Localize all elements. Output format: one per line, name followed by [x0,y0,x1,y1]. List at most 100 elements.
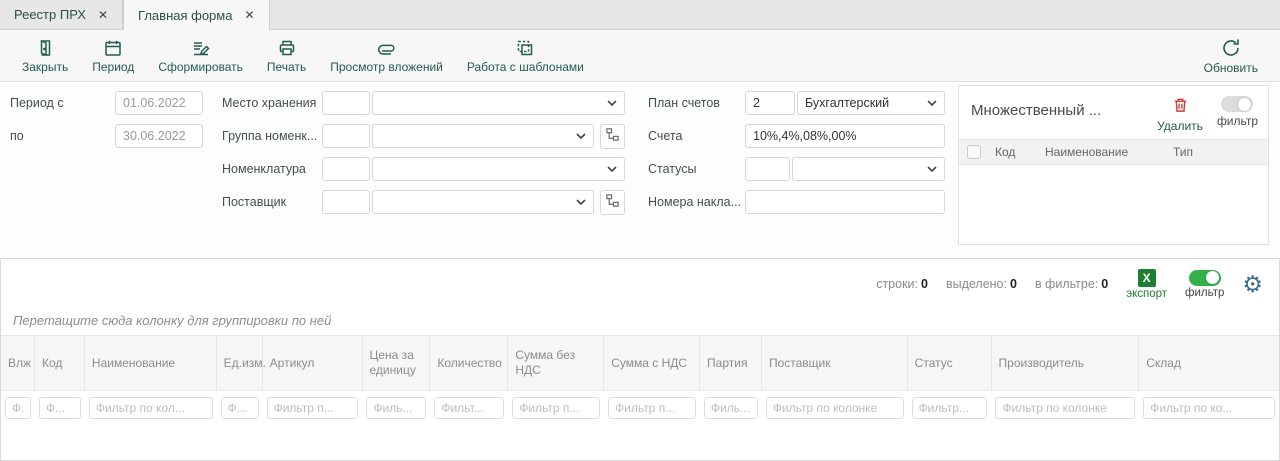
rows-count: строки:0 [876,277,928,291]
filter-input-proizvoditel[interactable] [995,397,1135,419]
period-button[interactable]: Период [80,35,146,77]
filter-input-sklad[interactable] [1143,397,1275,419]
storage-label: Место хранения [222,96,322,110]
attachments-button[interactable]: Просмотр вложений [318,35,455,77]
select-all-checkbox[interactable] [967,145,981,159]
column-header-vlzh[interactable]: Влж [1,336,35,390]
storage-code-input[interactable] [322,91,370,115]
statuses-code-input[interactable] [745,157,790,181]
nomen-group-tree-button[interactable] [600,124,625,149]
chevron-down-icon [927,162,937,176]
close-button[interactable]: Закрыть [10,35,80,77]
supplier-label: Поставщик [222,195,322,209]
storage-select[interactable] [372,91,625,115]
attachments-button-label: Просмотр вложений [330,60,443,74]
results-panel: строки:0 выделено:0 в фильтре:0 X экспор… [0,258,1280,461]
column-header-kod[interactable]: Код [35,336,85,390]
chevron-down-icon [607,162,617,176]
tab-glavnaya-forma[interactable]: Главная форма ✕ [123,0,269,30]
close-tab-icon[interactable]: ✕ [244,9,254,21]
column-header-cena[interactable]: Цена за единицу [363,336,431,390]
filter-input-edizm[interactable] [221,397,259,419]
delete-button[interactable]: Удалить [1157,96,1203,133]
column-header-summa-bez-nds[interactable]: Сумма без НДС [508,336,604,390]
excel-export-icon: X [1138,269,1156,287]
print-button[interactable]: Печать [255,35,318,77]
toolbar: Закрыть Период Сформировать Печать Просм… [0,30,1280,82]
chevron-down-icon [576,195,586,209]
templates-button[interactable]: Работа с шаблонами [455,35,596,77]
statuses-label: Статусы [648,162,745,176]
column-header-sklad[interactable]: Склад [1139,336,1279,390]
supplier-tree-button[interactable] [600,190,625,215]
filter-input-summa-bez-nds[interactable] [512,397,600,419]
multiple-select-panel: Множественный ... Удалить фильтр Код Наи… [958,85,1269,245]
grid-filter-toggle[interactable]: фильтр [1185,270,1224,299]
refresh-button[interactable]: Обновить [1192,34,1270,78]
invoice-numbers-label: Номера накла... [648,195,745,209]
filter-input-cena[interactable] [366,397,426,419]
column-header-kolichestvo[interactable]: Количество [430,336,508,390]
nomen-group-label: Группа номенк... [222,129,322,143]
accounts-input[interactable] [745,124,945,148]
chevron-down-icon [927,96,937,110]
accounts-plan-select[interactable]: Бухгалтерский [797,91,945,115]
filter-panel: Период с по Место хранения Группа номенк… [0,82,1280,257]
refresh-icon [1220,37,1242,59]
grouping-drop-zone[interactable]: Перетащите сюда колонку для группировки … [1,305,1279,335]
nomen-group-code-input[interactable] [322,124,370,148]
nomen-group-select[interactable] [372,124,594,148]
column-header-proizvoditel[interactable]: Производитель [992,336,1140,390]
column-header-artikul[interactable]: Артикул [263,336,363,390]
templates-button-label: Работа с шаблонами [467,60,584,74]
filter-input-kod[interactable] [39,397,81,419]
filter-input-vlzh[interactable] [5,397,31,419]
export-button[interactable]: X экспорт [1126,269,1167,300]
column-header-code[interactable]: Код [981,145,1039,159]
column-header-naimenovanie[interactable]: Наименование [85,336,217,390]
filter-input-postavschik[interactable] [766,397,904,419]
multi-filter-toggle[interactable]: фильтр [1217,96,1258,128]
refresh-button-label: Обновить [1204,61,1258,75]
filter-input-partiya[interactable] [704,397,758,419]
column-header-name[interactable]: Наименование [1039,145,1157,159]
tab-label: Реестр ПРХ [14,7,86,22]
toggle-off[interactable] [1221,96,1253,112]
period-from-label: Период с [10,96,115,110]
calendar-icon [103,38,123,58]
selected-count: выделено:0 [946,277,1017,291]
column-header-partiya[interactable]: Партия [700,336,762,390]
filter-input-summa-s-nds[interactable] [608,397,696,419]
generate-button-label: Сформировать [158,60,243,74]
supplier-select[interactable] [372,190,594,214]
nomenclature-select[interactable] [372,157,625,181]
trash-icon [1172,96,1189,117]
column-header-status[interactable]: Статус [908,336,992,390]
filter-input-artikul[interactable] [267,397,359,419]
column-header-summa-s-nds[interactable]: Сумма с НДС [604,336,700,390]
invoice-numbers-input[interactable] [745,190,945,214]
column-header-edizm[interactable]: Ед.изм. [217,336,263,390]
supplier-code-input[interactable] [322,190,370,214]
column-header-postavschik[interactable]: Поставщик [762,336,908,390]
hierarchy-icon [605,193,620,211]
filter-input-kolichestvo[interactable] [434,397,504,419]
accounts-label: Счета [648,129,745,143]
grid-filter-row [1,391,1279,425]
generate-button[interactable]: Сформировать [146,35,255,77]
filter-input-status[interactable] [912,397,988,419]
period-to-input[interactable] [115,124,203,148]
gear-icon[interactable]: ⚙ [1242,273,1263,296]
period-from-input[interactable] [115,91,203,115]
tab-reestr-prh[interactable]: Реестр ПРХ ✕ [0,0,123,29]
toggle-on[interactable] [1189,270,1221,286]
column-header-type[interactable]: Тип [1157,145,1237,159]
close-tab-icon[interactable]: ✕ [98,9,108,21]
statuses-select[interactable] [792,157,945,181]
accounts-plan-code-input[interactable] [745,91,795,115]
filter-input-naimenovanie[interactable] [89,397,213,419]
print-button-label: Печать [267,60,306,74]
paperclip-icon [376,38,398,58]
period-button-label: Период [92,60,134,74]
nomenclature-code-input[interactable] [322,157,370,181]
